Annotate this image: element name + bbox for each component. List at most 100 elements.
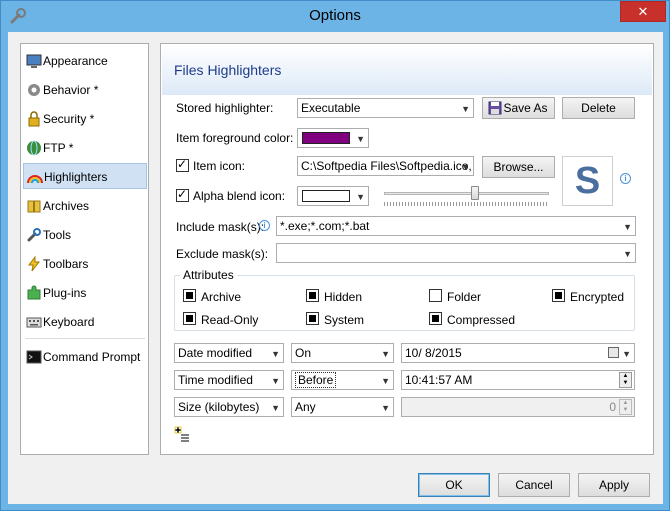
sidebar-item-label: Keyboard	[43, 315, 95, 329]
wrench-icon	[27, 228, 41, 242]
sidebar-item-security[interactable]: Security *	[23, 106, 147, 132]
filter-field-select[interactable]: Time modified ▼	[174, 370, 284, 390]
filter-operator-select[interactable]: Any ▼	[291, 397, 394, 417]
item-icon-checkbox[interactable]	[176, 157, 189, 172]
filter-operator-value: On	[295, 346, 312, 360]
encrypted-label: Encrypted	[570, 290, 625, 304]
hidden-checkbox[interactable]	[306, 289, 319, 302]
info-icon[interactable]: i	[620, 173, 631, 184]
ok-button[interactable]: OK	[418, 473, 490, 497]
time-picker[interactable]: 10:41:57 AM ▲ ▼	[401, 370, 635, 390]
filter-operator-value: Any	[295, 400, 316, 414]
title-bar[interactable]: Options ✕	[1, 1, 669, 32]
item-icon-path-value: C:\Softpedia Files\Softpedia.ico,	[301, 159, 472, 173]
save-as-button[interactable]: Save As	[482, 97, 555, 119]
filter-operator-select[interactable]: Before ▼	[291, 370, 394, 390]
cancel-button[interactable]: Cancel	[498, 473, 570, 497]
sidebar-item-plugins[interactable]: Plug-ins	[23, 280, 147, 306]
sidebar-item-highlighters[interactable]: Highlighters	[23, 163, 147, 189]
alpha-slider-track[interactable]	[384, 192, 549, 195]
exclude-mask-label: Exclude mask(s):	[176, 247, 269, 261]
alpha-blend-color-picker[interactable]: ▼	[297, 186, 369, 206]
read-only-checkbox[interactable]	[183, 312, 196, 325]
folder-checkbox[interactable]	[429, 289, 442, 302]
add-filter-icon[interactable]	[174, 426, 190, 442]
filter-field-select[interactable]: Date modified ▼	[174, 343, 284, 363]
window-title: Options	[309, 7, 361, 24]
sidebar-item-label: Behavior *	[43, 83, 99, 97]
close-button[interactable]: ✕	[620, 1, 666, 22]
delete-button[interactable]: Delete	[562, 97, 635, 119]
sidebar-item-archives[interactable]: Archives	[23, 193, 147, 219]
attributes-legend: Attributes	[180, 268, 237, 282]
sidebar-item-tools[interactable]: Tools	[23, 222, 147, 248]
sidebar-item-label: Highlighters	[44, 170, 108, 184]
chevron-down-icon: ▼	[271, 349, 280, 359]
date-picker[interactable]: 10/ 8/2015 ▼	[401, 343, 635, 363]
filter-field-select[interactable]: Size (kilobytes) ▼	[174, 397, 284, 417]
chevron-down-icon: ▼	[356, 134, 365, 144]
sidebar-item-label: Command Prompt	[43, 350, 141, 364]
sidebar-divider	[25, 338, 145, 339]
chevron-down-icon: ▼	[381, 349, 390, 359]
filter-field-value: Size (kilobytes)	[178, 400, 260, 414]
spin-buttons-icon[interactable]: ▲ ▼	[619, 399, 632, 415]
include-mask-input[interactable]: *.exe;*.com;*.bat ▼	[276, 216, 636, 236]
compressed-checkbox[interactable]	[429, 312, 442, 325]
lightning-icon	[28, 256, 41, 272]
terminal-icon	[26, 350, 42, 364]
gear-icon	[28, 84, 40, 96]
sidebar-item-command-prompt[interactable]: Command Prompt	[23, 344, 147, 370]
time-value: 10:41:57 AM	[405, 373, 473, 387]
chevron-down-icon: ▼	[623, 249, 632, 259]
size-value: 0	[609, 400, 616, 414]
archive-icon	[27, 200, 41, 213]
include-mask-value: *.exe;*.com;*.bat	[280, 219, 370, 233]
sidebar-item-label: FTP *	[43, 141, 74, 155]
encrypted-checkbox[interactable]	[552, 289, 565, 302]
archive-checkbox[interactable]	[183, 289, 196, 302]
filter-operator-select[interactable]: On ▼	[291, 343, 394, 363]
chevron-down-icon: ▼	[461, 162, 470, 172]
sidebar-item-label: Archives	[43, 199, 90, 213]
size-input[interactable]: 0 ▲ ▼	[401, 397, 635, 417]
sidebar-item-behavior[interactable]: Behavior *	[23, 77, 147, 103]
dialog-body: Appearance Behavior * Security * FTP * H…	[8, 32, 663, 504]
options-sidebar: Appearance Behavior * Security * FTP * H…	[20, 43, 149, 455]
save-as-label: Save As	[503, 101, 548, 115]
sidebar-item-appearance[interactable]: Appearance	[23, 48, 147, 74]
monitor-icon	[26, 54, 42, 68]
sidebar-item-label: Toolbars	[43, 257, 89, 271]
color-swatch	[302, 132, 350, 144]
alpha-slider-thumb[interactable]	[470, 186, 479, 200]
slider-ticks	[384, 202, 549, 206]
include-mask-label: Include mask(s):	[176, 220, 265, 234]
globe-icon	[27, 140, 41, 156]
sidebar-item-toolbars[interactable]: Toolbars	[23, 251, 147, 277]
info-icon[interactable]: i	[259, 220, 270, 231]
foreground-color-picker[interactable]: ▼	[297, 128, 369, 148]
apply-button[interactable]: Apply	[578, 473, 650, 497]
spin-buttons-icon[interactable]: ▲ ▼	[619, 372, 632, 388]
stored-highlighter-select[interactable]: Executable ▼	[297, 98, 474, 118]
system-checkbox[interactable]	[306, 312, 319, 325]
folder-label: Folder	[447, 290, 482, 304]
browse-button[interactable]: Browse...	[482, 156, 555, 178]
filter-operator-value: Before	[295, 372, 337, 388]
chevron-down-icon: ▼	[381, 376, 390, 386]
sidebar-item-keyboard[interactable]: Keyboard	[23, 309, 147, 335]
date-value: 10/ 8/2015	[405, 346, 462, 360]
lock-icon	[28, 111, 40, 127]
foreground-color-label: Item foreground color:	[176, 131, 294, 145]
exclude-mask-input[interactable]: ▼	[276, 243, 636, 263]
chevron-down-icon: ▼	[461, 104, 470, 114]
chevron-down-icon: ▼	[622, 349, 631, 359]
calendar-icon[interactable]	[608, 347, 619, 358]
sidebar-item-ftp[interactable]: FTP *	[23, 135, 147, 161]
options-window: Options ✕ Appearance Behavior * Security…	[0, 0, 670, 511]
stored-highlighter-label: Stored highlighter:	[176, 101, 274, 115]
alpha-blend-checkbox[interactable]	[176, 187, 189, 202]
chevron-down-icon: ▼	[381, 403, 390, 413]
chevron-down-icon: ▼	[623, 222, 632, 232]
item-icon-path-select[interactable]: C:\Softpedia Files\Softpedia.ico, ▼	[297, 156, 474, 176]
